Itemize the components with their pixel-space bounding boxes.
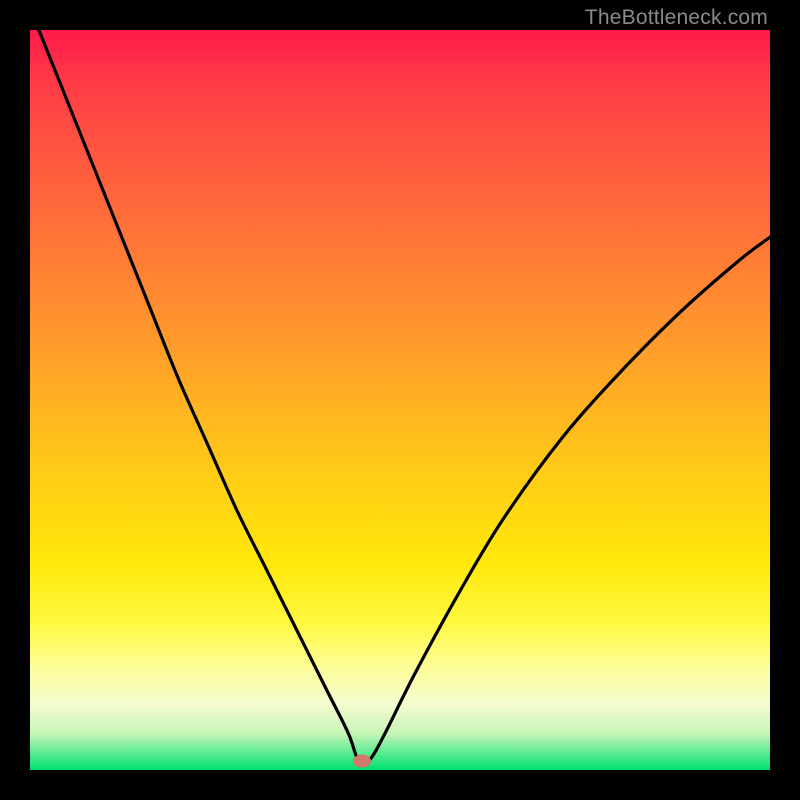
curve-layer [30, 30, 770, 770]
optimal-point-marker [353, 755, 371, 768]
chart-frame: TheBottleneck.com [0, 0, 800, 800]
watermark-text: TheBottleneck.com [585, 6, 768, 30]
plot-area [30, 30, 770, 770]
bottleneck-curve [30, 30, 770, 765]
